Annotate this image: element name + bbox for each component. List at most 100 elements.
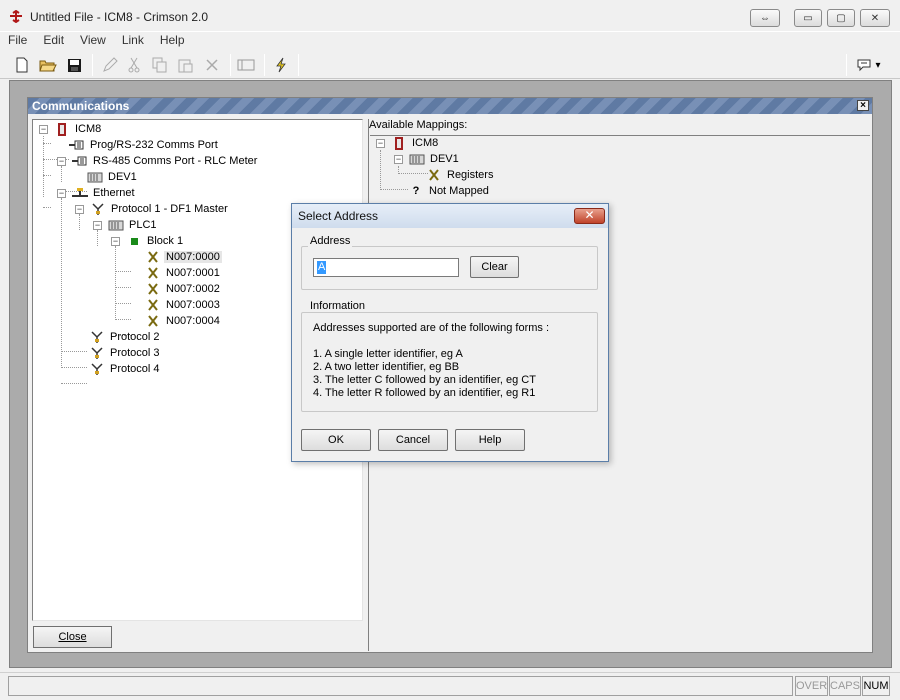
- tree-line: [115, 287, 131, 288]
- lightning-icon[interactable]: [271, 55, 291, 75]
- tree-line: [43, 143, 51, 144]
- expand-collapse-icon[interactable]: −: [93, 220, 102, 230]
- dialog-title-bar[interactable]: Select Address ✕: [292, 204, 608, 228]
- tree-line: [61, 198, 62, 368]
- expand-collapse-icon[interactable]: −: [39, 124, 48, 134]
- mapping-node-not-mapped[interactable]: ? Not Mapped: [408, 183, 491, 199]
- device-module-icon: [409, 152, 425, 166]
- tree-label: DEV1: [108, 171, 137, 183]
- tree-node-icm8[interactable]: − ICM8: [39, 121, 103, 137]
- tree-label: Protocol 1 - DF1 Master: [111, 203, 228, 215]
- expand-collapse-icon[interactable]: −: [57, 156, 66, 166]
- tree-node-protocol-4[interactable]: Protocol 4: [89, 361, 162, 377]
- tree-node-dev1[interactable]: DEV1: [87, 169, 139, 185]
- info-text: 2. A two letter identifier, eg BB: [313, 361, 460, 373]
- restore-arrows-button[interactable]: ⇔: [750, 9, 780, 27]
- speech-bubble-icon[interactable]: [854, 55, 874, 75]
- close-window-button[interactable]: ✕: [860, 9, 890, 27]
- expand-collapse-icon[interactable]: −: [57, 188, 66, 198]
- tree-label: Ethernet: [93, 187, 135, 199]
- info-text: 3. The letter C followed by an identifie…: [313, 374, 536, 386]
- status-caps: CAPS: [829, 676, 861, 696]
- tree-node-protocol-3[interactable]: Protocol 3: [89, 345, 162, 361]
- pencil-icon[interactable]: [100, 55, 120, 75]
- mapping-node-registers[interactable]: Registers: [426, 167, 495, 183]
- mapping-node-icm8[interactable]: − ICM8: [376, 135, 440, 151]
- menu-file[interactable]: File: [0, 32, 35, 50]
- tree-line: [61, 383, 87, 384]
- address-input[interactable]: A: [313, 258, 459, 277]
- help-button[interactable]: Help: [455, 429, 525, 451]
- tree-label: Protocol 2: [110, 331, 160, 343]
- expand-collapse-icon[interactable]: −: [111, 236, 120, 246]
- panel-close-icon[interactable]: ×: [857, 100, 869, 111]
- tree-line: [380, 150, 381, 190]
- tree-label: ICM8: [75, 123, 102, 135]
- mapping-label: DEV1: [430, 153, 459, 165]
- tree-label: Protocol 4: [110, 363, 160, 375]
- tree-label: N007:0000: [164, 251, 222, 263]
- menu-help[interactable]: Help: [152, 32, 193, 50]
- menu-link[interactable]: Link: [114, 32, 152, 50]
- close-button[interactable]: Close: [33, 626, 112, 648]
- clear-button[interactable]: Clear: [470, 256, 519, 278]
- tree-node-tag[interactable]: N007:0002: [145, 281, 222, 297]
- expand-collapse-icon[interactable]: −: [394, 154, 403, 164]
- save-icon[interactable]: [64, 55, 84, 75]
- cut-icon[interactable]: [124, 55, 144, 75]
- tree-node-protocol-2[interactable]: Protocol 2: [89, 329, 162, 345]
- copy-icon[interactable]: [150, 55, 170, 75]
- tree-node-ethernet[interactable]: − Ethernet: [57, 185, 137, 201]
- tree-node-prog-rs232[interactable]: Prog/RS-232 Comms Port: [69, 137, 220, 153]
- menu-edit[interactable]: Edit: [35, 32, 72, 50]
- ok-button[interactable]: OK: [301, 429, 371, 451]
- tree-node-block-1[interactable]: − Block 1: [111, 233, 185, 249]
- tag-icon: [145, 298, 161, 312]
- tree-label: N007:0002: [166, 283, 220, 295]
- dialog-close-icon[interactable]: ✕: [574, 208, 605, 224]
- paste-icon[interactable]: [176, 55, 196, 75]
- device-module-icon: [108, 218, 124, 232]
- protocol-icon: [89, 330, 105, 344]
- minimize-button[interactable]: ▭: [794, 9, 822, 27]
- tree-line: [115, 246, 116, 318]
- tree-node-rs485[interactable]: − RS-485 Comms Port - RLC Meter: [57, 153, 259, 169]
- tree-node-plc1[interactable]: − PLC1: [93, 217, 159, 233]
- tree-line: [43, 136, 44, 197]
- mapping-node-dev1[interactable]: − DEV1: [394, 151, 461, 167]
- expand-collapse-icon[interactable]: −: [75, 204, 84, 214]
- toolbar-separator: [846, 54, 847, 76]
- delete-icon[interactable]: [202, 55, 222, 75]
- toolbar: ▾: [0, 51, 900, 79]
- cancel-button[interactable]: Cancel: [378, 429, 448, 451]
- expand-collapse-icon[interactable]: −: [376, 138, 385, 148]
- protocol-icon: [89, 362, 105, 376]
- panel-title-bar: Communications ×: [28, 98, 872, 114]
- information-group-label: Information: [308, 300, 368, 312]
- open-folder-icon[interactable]: [38, 55, 58, 75]
- tree-line: [61, 367, 87, 368]
- tree-node-tag[interactable]: N007:0000: [145, 249, 222, 265]
- block-icon: [126, 234, 142, 248]
- protocol-icon: [90, 202, 106, 216]
- panel-title: Communications: [32, 99, 130, 113]
- tree-label: RS-485 Comms Port - RLC Meter: [93, 155, 258, 167]
- info-text: 4. The letter R followed by an identifie…: [313, 387, 536, 399]
- toolbar-separator: [230, 54, 231, 76]
- tree-line: [380, 189, 408, 190]
- tree-node-tag[interactable]: N007:0003: [145, 297, 222, 313]
- tree-label: N007:0003: [166, 299, 220, 311]
- tree-line: [115, 271, 131, 272]
- new-file-icon[interactable]: [12, 55, 32, 75]
- question-mark-icon: ?: [412, 185, 420, 197]
- tree-node-tag[interactable]: N007:0004: [145, 313, 222, 329]
- chevron-down-icon[interactable]: ▾: [872, 55, 884, 75]
- tree-label: Protocol 3: [110, 347, 160, 359]
- address-input-value: A: [317, 261, 327, 274]
- tree-node-tag[interactable]: N007:0001: [145, 265, 222, 281]
- status-num: NUM: [862, 676, 890, 696]
- menu-view[interactable]: View: [72, 32, 114, 50]
- panel-icon[interactable]: [236, 55, 256, 75]
- maximize-button[interactable]: ▢: [827, 9, 855, 27]
- tree-node-protocol-1[interactable]: − Protocol 1 - DF1 Master: [75, 201, 230, 217]
